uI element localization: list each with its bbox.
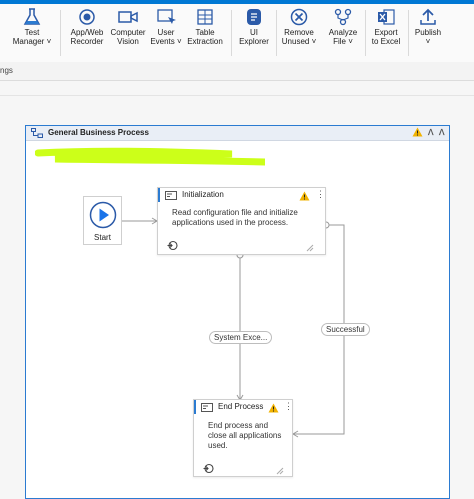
more-options-icon[interactable]: ⋮: [316, 189, 325, 200]
invoke-icon: [203, 463, 214, 474]
warning-icon[interactable]: [268, 403, 279, 413]
initialization-node[interactable]: Initialization ⋮ Read configuration file…: [157, 187, 326, 255]
warning-icon[interactable]: [299, 191, 310, 201]
resize-handle-icon[interactable]: [306, 244, 314, 252]
successful-label[interactable]: Successful: [321, 323, 370, 336]
sequence-icon: [165, 191, 177, 200]
initialization-title: Initialization: [182, 190, 224, 199]
start-label: Start: [94, 233, 111, 242]
start-node[interactable]: Start: [83, 196, 122, 245]
sequence-icon: [201, 403, 213, 412]
initialization-description: Read configuration file and initialize a…: [172, 208, 322, 228]
more-options-icon[interactable]: ⋮: [284, 401, 293, 412]
end-process-description-line-3: used.: [208, 441, 228, 450]
system-exception-label[interactable]: System Exce...: [209, 331, 273, 344]
end-process-node[interactable]: End Process ⋮ End process and close all …: [193, 399, 293, 477]
initialization-description-line-1: Read configuration file and initialize: [172, 208, 298, 217]
end-process-description-line-1: End process and: [208, 421, 269, 430]
end-process-title: End Process: [218, 402, 264, 411]
node-accent: [158, 188, 160, 202]
resize-handle-icon[interactable]: [276, 467, 284, 475]
initialization-description-line-2: applications used in the process.: [172, 218, 289, 227]
invoke-icon: [167, 240, 178, 251]
end-process-description-line-2: close all applications: [208, 431, 282, 440]
play-icon: [89, 201, 117, 229]
node-accent: [194, 400, 196, 414]
end-process-description: End process and close all applications u…: [208, 421, 290, 451]
